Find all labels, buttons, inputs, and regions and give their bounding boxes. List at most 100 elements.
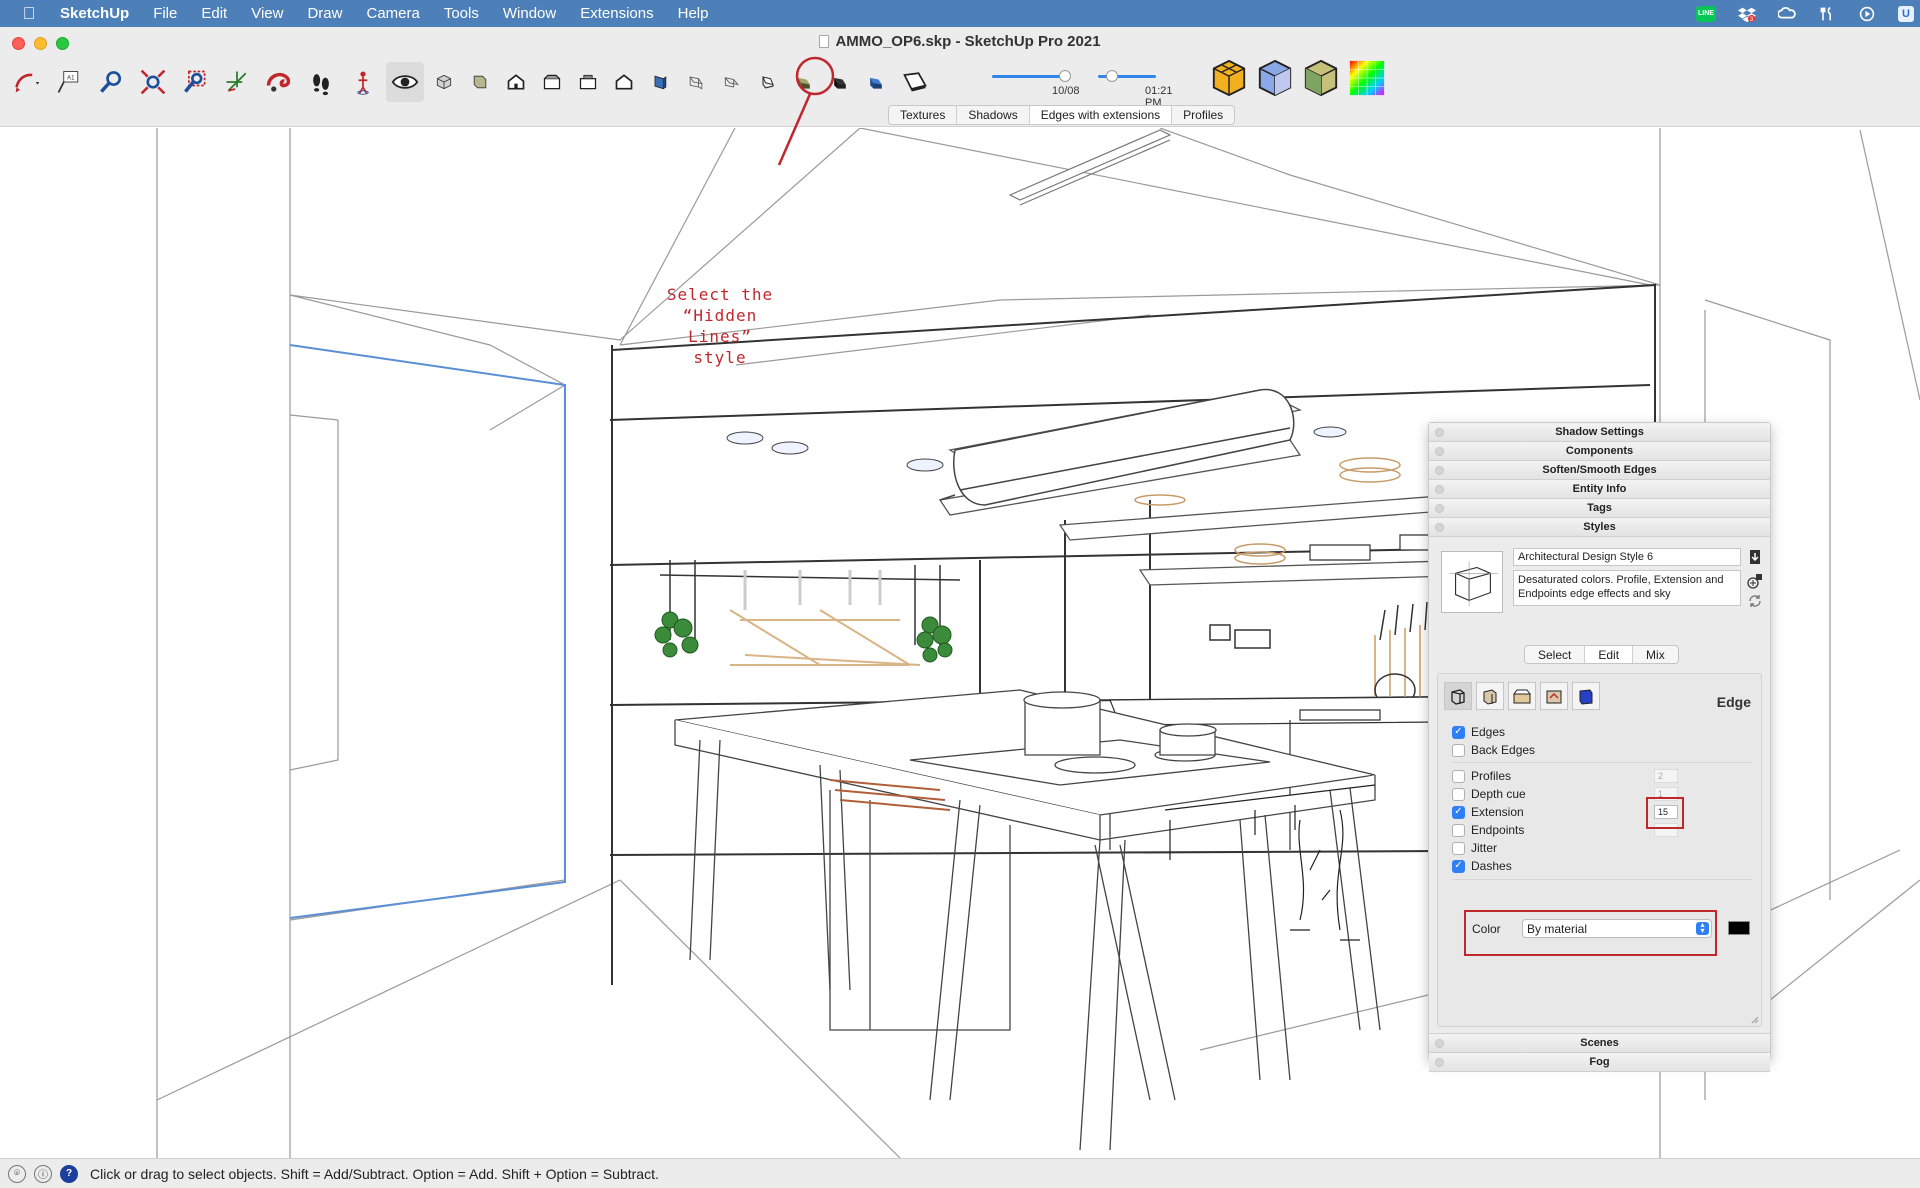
main-toolbar: A1 bbox=[8, 60, 938, 104]
depth-cue-checkbox[interactable] bbox=[1452, 787, 1465, 801]
tray-section-styles[interactable]: Styles bbox=[1429, 518, 1770, 537]
zoom-extents-icon[interactable] bbox=[134, 62, 172, 102]
menu-tools[interactable]: Tools bbox=[432, 5, 491, 22]
tray-section-soften-smooth-edges[interactable]: Soften/Smooth Edges bbox=[1429, 461, 1770, 480]
scene-tab-textures[interactable]: Textures bbox=[889, 106, 958, 124]
geo-location-icon[interactable]: ⌾ bbox=[8, 1164, 26, 1183]
hidden-line-icon[interactable] bbox=[752, 62, 784, 102]
option-back-edges[interactable]: Back Edges bbox=[1452, 741, 1535, 759]
menu-help[interactable]: Help bbox=[666, 5, 721, 22]
menu-window[interactable]: Window bbox=[491, 5, 568, 22]
menu-draw[interactable]: Draw bbox=[295, 5, 354, 22]
option-edges[interactable]: Edges bbox=[1452, 723, 1505, 741]
shaded-icon[interactable] bbox=[788, 62, 820, 102]
menu-camera[interactable]: Camera bbox=[354, 5, 431, 22]
selected-face-outline bbox=[289, 344, 566, 919]
dropbox-icon[interactable]: 3 bbox=[1738, 5, 1756, 23]
menu-edit[interactable]: Edit bbox=[189, 5, 239, 22]
solid-tools-icon[interactable] bbox=[260, 62, 298, 102]
resize-grip-icon[interactable] bbox=[1749, 1014, 1759, 1024]
option-endpoints[interactable]: Endpoints bbox=[1452, 821, 1524, 839]
style-name-field[interactable]: Architectural Design Style 6 bbox=[1513, 548, 1741, 566]
menu-extensions[interactable]: Extensions bbox=[568, 5, 665, 22]
xray-icon[interactable] bbox=[428, 62, 460, 102]
modeling-settings-icon[interactable] bbox=[1572, 682, 1600, 710]
top-view-icon[interactable] bbox=[536, 62, 568, 102]
line-app-icon[interactable]: LINE bbox=[1696, 5, 1716, 22]
back-edges-checkbox[interactable] bbox=[1452, 743, 1465, 757]
profiles-checkbox[interactable] bbox=[1452, 769, 1465, 783]
back-view-icon[interactable] bbox=[644, 62, 676, 102]
section-plane-icon[interactable] bbox=[896, 62, 934, 102]
sub-tab-mix[interactable]: Mix bbox=[1633, 646, 1678, 663]
tray-section-components[interactable]: Components bbox=[1429, 442, 1770, 461]
scene-tab-profiles[interactable]: Profiles bbox=[1172, 106, 1234, 124]
sub-tab-edit[interactable]: Edit bbox=[1585, 646, 1634, 663]
play-circle-icon[interactable] bbox=[1858, 5, 1876, 23]
background-settings-icon[interactable] bbox=[1508, 682, 1536, 710]
option-dashes[interactable]: Dashes bbox=[1452, 857, 1512, 875]
menu-file[interactable]: File bbox=[141, 5, 189, 22]
menu-view[interactable]: View bbox=[239, 5, 295, 22]
create-style-icon[interactable] bbox=[1747, 573, 1763, 589]
zoom-icon[interactable] bbox=[92, 62, 130, 102]
date-slider-knob[interactable] bbox=[1058, 70, 1071, 82]
option-jitter[interactable]: Jitter bbox=[1452, 839, 1497, 857]
style-description-field[interactable]: Desaturated colors. Profile, Extension a… bbox=[1513, 570, 1741, 606]
walk-icon[interactable] bbox=[302, 62, 340, 102]
style-builder-icon-yellow[interactable] bbox=[1210, 59, 1248, 97]
style-builder-icon-blue[interactable] bbox=[1256, 59, 1294, 97]
watermark-settings-icon[interactable] bbox=[1540, 682, 1568, 710]
tray-section-fog[interactable]: Fog bbox=[1429, 1053, 1770, 1072]
credits-icon[interactable]: ⓘ bbox=[34, 1164, 52, 1183]
refresh-style-icon[interactable] bbox=[1747, 593, 1763, 609]
creative-cloud-icon[interactable] bbox=[1778, 5, 1796, 23]
update-style-icon[interactable] bbox=[1747, 549, 1763, 565]
time-slider-knob[interactable] bbox=[1106, 70, 1118, 82]
face-settings-icon[interactable] bbox=[1476, 682, 1504, 710]
right-view-icon[interactable] bbox=[608, 62, 640, 102]
front-view-icon[interactable] bbox=[572, 62, 604, 102]
scene-tab-edges-with-extensions[interactable]: Edges with extensions bbox=[1029, 106, 1173, 124]
tray-section-entity-info[interactable]: Entity Info bbox=[1429, 480, 1770, 499]
tray-section-tags[interactable]: Tags bbox=[1429, 499, 1770, 518]
select-arrow-icon[interactable] bbox=[8, 62, 46, 102]
tray-section-scenes[interactable]: Scenes bbox=[1429, 1034, 1770, 1053]
back-edges-icon[interactable] bbox=[464, 62, 496, 102]
instructor-help-icon[interactable]: ? bbox=[60, 1164, 78, 1183]
window-titlebar: AMMO_OP6.skp - SketchUp Pro 2021 A1 10/0… bbox=[0, 27, 1920, 127]
menu-app-name[interactable]: SketchUp bbox=[58, 5, 141, 22]
scene-tab-shadows[interactable]: Shadows bbox=[957, 106, 1030, 124]
tools-menu-icon[interactable] bbox=[1818, 5, 1836, 23]
text-label-icon[interactable]: A1 bbox=[50, 62, 88, 102]
option-depth-cue[interactable]: Depth cue bbox=[1452, 785, 1526, 803]
apple-icon[interactable]:  bbox=[0, 4, 58, 24]
style-builder-icon-green[interactable] bbox=[1302, 59, 1340, 97]
user-account-icon[interactable]: U bbox=[1898, 5, 1914, 22]
dashes-checkbox[interactable] bbox=[1452, 859, 1465, 873]
shaded-textures-icon[interactable] bbox=[824, 62, 856, 102]
tray-section-shadow-settings[interactable]: Shadow Settings bbox=[1429, 423, 1770, 442]
position-camera-icon[interactable] bbox=[344, 62, 382, 102]
zoom-window-icon[interactable] bbox=[176, 62, 214, 102]
sub-tab-select[interactable]: Select bbox=[1525, 646, 1586, 663]
wireframe-icon[interactable] bbox=[716, 62, 748, 102]
dropbox-badge-count: 3 bbox=[1750, 15, 1754, 22]
option-extension[interactable]: Extension bbox=[1452, 803, 1524, 821]
color-picker-icon[interactable] bbox=[1348, 59, 1386, 97]
look-around-icon[interactable] bbox=[386, 62, 424, 102]
style-thumbnail[interactable] bbox=[1441, 551, 1503, 613]
endpoints-checkbox[interactable] bbox=[1452, 823, 1465, 837]
iso-view-icon[interactable] bbox=[500, 62, 532, 102]
monochrome-icon[interactable] bbox=[860, 62, 892, 102]
edges-checkbox[interactable] bbox=[1452, 725, 1465, 739]
jitter-checkbox[interactable] bbox=[1452, 841, 1465, 855]
option-profiles[interactable]: Profiles bbox=[1452, 767, 1511, 785]
edge-color-swatch[interactable] bbox=[1728, 921, 1750, 935]
profiles-value[interactable]: 2 bbox=[1654, 769, 1678, 783]
date-slider-track[interactable] bbox=[992, 75, 1062, 78]
extension-checkbox[interactable] bbox=[1452, 805, 1465, 819]
left-view-icon[interactable] bbox=[680, 62, 712, 102]
edge-settings-icon[interactable] bbox=[1444, 682, 1472, 710]
axes-icon[interactable] bbox=[218, 62, 256, 102]
